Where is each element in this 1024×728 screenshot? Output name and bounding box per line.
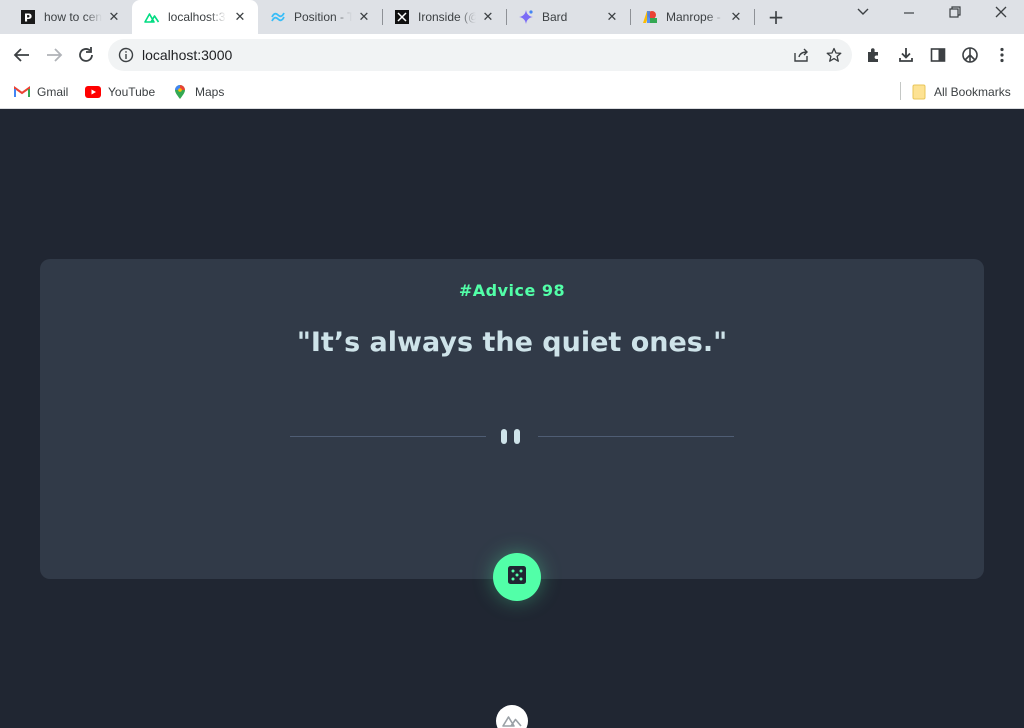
advice-id: #Advice 98 (458, 281, 566, 300)
bookmark-label: Gmail (37, 85, 69, 99)
tab-title: Bard (542, 10, 568, 24)
tab-title: Position - T (294, 10, 352, 24)
profile-icon[interactable] (959, 44, 981, 66)
tab-bard[interactable]: Bard ✕ (506, 0, 630, 34)
advice-quote: "It’s always the quiet ones." (296, 327, 728, 358)
gmail-icon (14, 84, 30, 100)
bookmark-gmail[interactable]: Gmail (14, 82, 68, 102)
tab-title: how to cen (44, 10, 102, 24)
tab-search-icon[interactable] (851, 5, 875, 25)
dice-icon (507, 565, 527, 589)
tab-tailwind[interactable]: Position - T ✕ (258, 0, 382, 34)
tab-title: Manrope - (666, 10, 721, 24)
tab-google-fonts[interactable]: Manrope - ✕ (630, 0, 754, 34)
close-icon[interactable]: ✕ (728, 9, 744, 25)
bookmark-label: YouTube (108, 85, 156, 99)
bookmark-youtube[interactable]: YouTube (85, 82, 155, 102)
bard-icon (518, 9, 534, 25)
folder-icon (911, 84, 927, 100)
forward-icon[interactable] (43, 44, 65, 66)
all-bookmarks-button[interactable]: All Bookmarks (911, 82, 1011, 102)
pause-icon-bar-right (514, 429, 520, 444)
tab-perplexity[interactable]: P how to cen ✕ (0, 0, 132, 34)
site-info-icon[interactable] (118, 47, 134, 63)
tailwind-icon (270, 9, 286, 25)
close-icon[interactable]: ✕ (604, 9, 620, 25)
new-tab-button[interactable]: + (766, 7, 786, 27)
nuxt-icon (144, 9, 160, 25)
tab-x[interactable]: Ironside (@ ✕ (382, 0, 506, 34)
nuxt-devtools-button[interactable] (496, 705, 528, 728)
tab-localhost[interactable]: localhost:3 ✕ (132, 0, 258, 34)
tab-separator (754, 9, 755, 25)
x-icon (394, 9, 410, 25)
bookmark-star-icon[interactable] (826, 47, 842, 63)
page-content: #Advice 98 "It’s always the quiet ones." (0, 109, 1024, 728)
url-text[interactable]: localhost:3000 (142, 47, 232, 63)
download-icon[interactable] (895, 44, 917, 66)
reload-icon[interactable] (75, 44, 97, 66)
maps-icon (172, 84, 188, 100)
all-bookmarks-label: All Bookmarks (934, 85, 1011, 99)
bookmarks-separator (900, 82, 901, 100)
close-icon[interactable]: ✕ (480, 9, 496, 25)
minimize-icon[interactable] (897, 5, 921, 25)
youtube-icon (85, 84, 101, 100)
divider-line-left (290, 436, 486, 437)
close-window-icon[interactable] (989, 5, 1013, 25)
tab-strip: P how to cen ✕ localhost:3 ✕ Position - … (0, 0, 1024, 34)
browser-toolbar: localhost:3000 (0, 34, 1024, 76)
perplexity-icon: P (20, 9, 36, 25)
tab-title: localhost:3 (168, 10, 226, 24)
bookmark-maps[interactable]: Maps (172, 82, 224, 102)
extensions-icon[interactable] (863, 44, 885, 66)
svg-text:P: P (24, 12, 32, 25)
pause-icon-bar-left (501, 429, 507, 444)
share-icon[interactable] (793, 47, 809, 63)
close-icon[interactable]: ✕ (106, 9, 122, 25)
side-panel-icon[interactable] (927, 44, 949, 66)
advice-card: #Advice 98 "It’s always the quiet ones." (40, 259, 984, 579)
roll-dice-button[interactable] (493, 553, 541, 601)
menu-icon[interactable] (991, 44, 1013, 66)
bookmark-label: Maps (195, 85, 225, 99)
close-icon[interactable]: ✕ (232, 9, 248, 25)
restore-icon[interactable] (943, 5, 967, 25)
nuxt-logo-icon (502, 712, 522, 728)
back-icon[interactable] (11, 44, 33, 66)
tab-title: Ironside (@ (418, 10, 476, 24)
divider-line-right (538, 436, 734, 437)
bookmarks-bar: Gmail YouTube Maps All Bookmarks (0, 76, 1024, 109)
google-fonts-icon (642, 9, 658, 25)
close-icon[interactable]: ✕ (356, 9, 372, 25)
address-bar[interactable]: localhost:3000 (108, 39, 852, 71)
